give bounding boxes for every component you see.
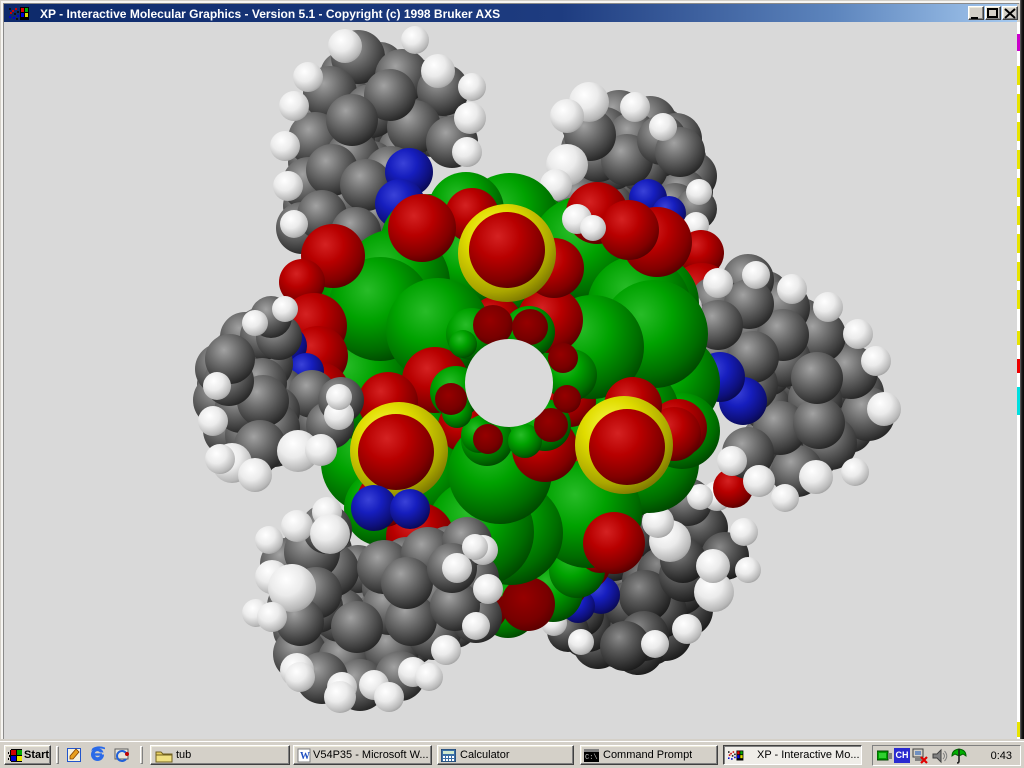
svg-text:C:\: C:\ — [585, 754, 598, 762]
svg-text:W: W — [300, 751, 310, 762]
